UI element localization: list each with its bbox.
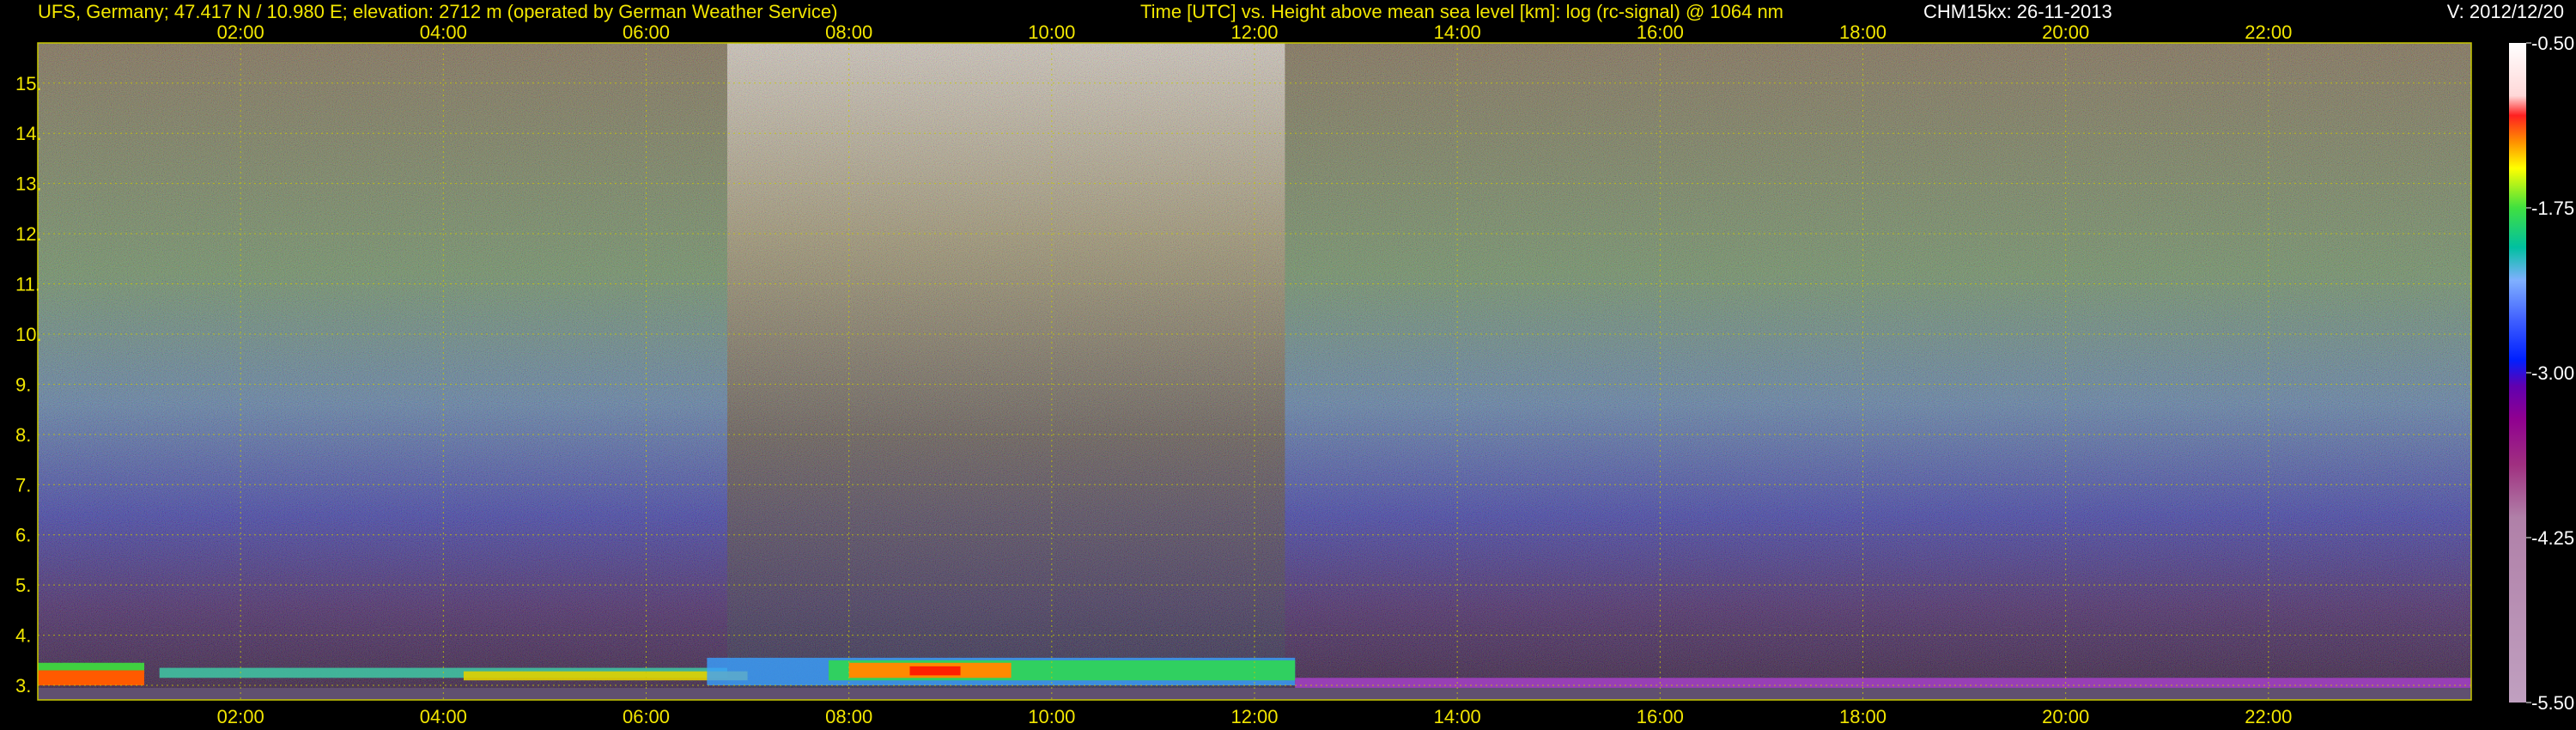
colorbar-tick-label: -3.00 <box>2531 362 2574 384</box>
y-tick-label: 9. <box>15 374 31 395</box>
x-tick-label-bottom: 16:00 <box>1637 706 1684 727</box>
y-tick-label: 13. <box>15 173 42 195</box>
x-tick-label-bottom: 06:00 <box>623 706 670 727</box>
y-tick-label: 8. <box>15 424 31 446</box>
y-tick-label: 15. <box>15 73 42 94</box>
x-tick-label-bottom: 20:00 <box>2042 706 2089 727</box>
x-tick-label-top: 10:00 <box>1028 21 1075 43</box>
x-axis-bottom: 02:00 04:00 06:00 08:00 10:00 12:00 14:00 16:00… <box>217 706 2293 727</box>
x-tick-label-top: 02:00 <box>217 21 264 43</box>
colorbar-tick-label: -0.50 <box>2531 33 2574 54</box>
x-tick-label-bottom: 02:00 <box>217 706 264 727</box>
y-tick-label: 6. <box>15 525 31 546</box>
ceilometer-chart: 02:00 04:00 06:00 08:00 10:00 12:00 14:00 16:00… <box>15 21 2574 727</box>
x-tick-label-bottom: 10:00 <box>1028 706 1075 727</box>
x-tick-label-bottom: 14:00 <box>1434 706 1481 727</box>
x-tick-label-top: 20:00 <box>2042 21 2089 43</box>
y-tick-label: 4. <box>15 625 31 647</box>
x-tick-label-top: 16:00 <box>1637 21 1684 43</box>
colorbar-scale <box>2509 43 2526 703</box>
x-tick-label-top: 04:00 <box>420 21 467 43</box>
x-tick-label-top: 06:00 <box>623 21 670 43</box>
surface-layer <box>1295 678 2471 688</box>
y-tick-label: 5. <box>15 575 31 596</box>
y-tick-label: 10. <box>15 324 42 345</box>
y-tick-label: 12. <box>15 223 42 245</box>
x-tick-label-bottom: 08:00 <box>825 706 872 727</box>
colorbar-tick-label: -1.75 <box>2531 198 2574 219</box>
early-aerosol-layer <box>38 670 144 686</box>
colorbar-tick-label: -5.50 <box>2531 692 2574 714</box>
cloud-layer-peak <box>909 666 961 676</box>
x-tick-label-top: 22:00 <box>2245 21 2292 43</box>
colorbar-tick-label: -4.25 <box>2531 527 2574 549</box>
y-tick-label: 3. <box>15 675 31 697</box>
x-tick-label-top: 12:00 <box>1230 21 1278 43</box>
x-tick-label-bottom: 04:00 <box>420 706 467 727</box>
x-tick-label-top: 18:00 <box>1839 21 1886 43</box>
y-tick-label: 11. <box>15 274 40 295</box>
x-tick-label-bottom: 18:00 <box>1839 706 1886 727</box>
residual-layer-core <box>463 671 748 681</box>
x-tick-label-top: 08:00 <box>825 21 872 43</box>
early-aerosol-edge <box>38 662 144 671</box>
x-tick-label-bottom: 22:00 <box>2245 706 2292 727</box>
x-axis-top: 02:00 04:00 06:00 08:00 10:00 12:00 14:00 16:00… <box>217 21 2293 43</box>
y-tick-label: 14. <box>15 123 42 144</box>
x-tick-label-bottom: 12:00 <box>1230 706 1278 727</box>
colorbar: -0.50 -1.75 -3.00 -4.25 -5.50 <box>2509 33 2574 714</box>
x-tick-label-top: 14:00 <box>1434 21 1481 43</box>
y-tick-label: 7. <box>15 474 31 496</box>
